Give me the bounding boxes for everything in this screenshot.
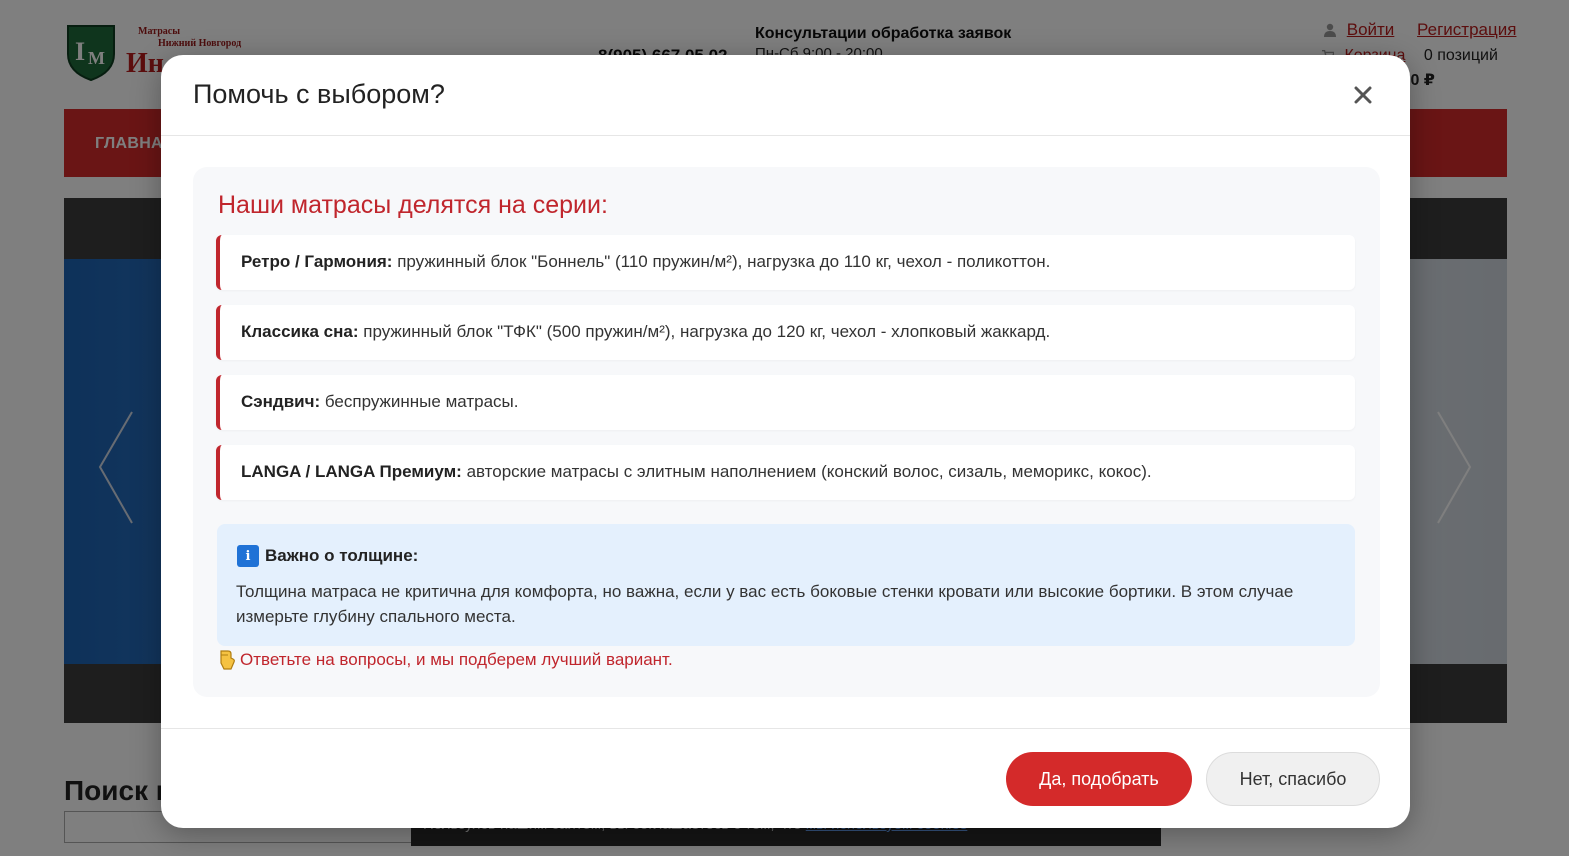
series-desc: авторские матрасы с элитным наполнением … xyxy=(461,462,1152,481)
series-text: Классика сна: пружинный блок "ТФК" (500 … xyxy=(241,322,1050,342)
series-card-classic: Классика сна: пружинный блок "ТФК" (500 … xyxy=(216,305,1355,360)
thickness-info-box: i Важно о толщине: Толщина матраса не кр… xyxy=(217,524,1355,646)
pointing-hand-icon xyxy=(220,650,235,670)
modal-body: Наши матрасы делятся на серии: Ретро / Г… xyxy=(193,167,1380,697)
hint-text: Ответьте на вопросы, и мы подберем лучши… xyxy=(240,650,673,669)
modal-footer: Да, подобрать Нет, спасибо xyxy=(161,728,1410,828)
info-icon: i xyxy=(237,545,259,567)
close-button[interactable] xyxy=(1347,79,1379,111)
series-desc: пружинный блок "Боннель" (110 пружин/м²)… xyxy=(392,252,1051,271)
info-title: Важно о толщине: xyxy=(265,546,419,565)
series-desc: беспружинные матрасы. xyxy=(320,392,519,411)
yes-choose-button[interactable]: Да, подобрать xyxy=(1006,752,1192,806)
modal-header: Помочь с выбором? xyxy=(161,55,1410,136)
series-desc: пружинный блок "ТФК" (500 пружин/м²), на… xyxy=(358,322,1051,341)
series-card-sandwich: Сэндвич: беспружинные матрасы. xyxy=(216,375,1355,430)
series-heading: Наши матрасы делятся на серии: xyxy=(218,191,608,219)
series-text: Сэндвич: беспружинные матрасы. xyxy=(241,392,519,412)
series-text: LANGA / LANGA Премиум: авторские матрасы… xyxy=(241,462,1152,482)
no-thanks-button[interactable]: Нет, спасибо xyxy=(1206,752,1380,806)
series-name: Классика сна: xyxy=(241,322,359,341)
series-name: Ретро / Гармония: xyxy=(241,252,393,271)
series-text: Ретро / Гармония: пружинный блок "Боннел… xyxy=(241,252,1050,272)
help-choose-modal: Помочь с выбором? Наши матрасы делятся н… xyxy=(161,55,1410,828)
info-title-row: i Важно о толщине: xyxy=(237,545,418,567)
series-card-retro: Ретро / Гармония: пружинный блок "Боннел… xyxy=(216,235,1355,290)
modal-title: Помочь с выбором? xyxy=(193,79,445,109)
close-icon xyxy=(1354,86,1372,104)
info-text: Толщина матраса не критична для комфорта… xyxy=(236,582,1294,626)
hint-row: Ответьте на вопросы, и мы подберем лучши… xyxy=(218,649,673,671)
series-name: LANGA / LANGA Премиум: xyxy=(241,462,462,481)
series-name: Сэндвич: xyxy=(241,392,321,411)
series-card-langa: LANGA / LANGA Премиум: авторские матрасы… xyxy=(216,445,1355,500)
